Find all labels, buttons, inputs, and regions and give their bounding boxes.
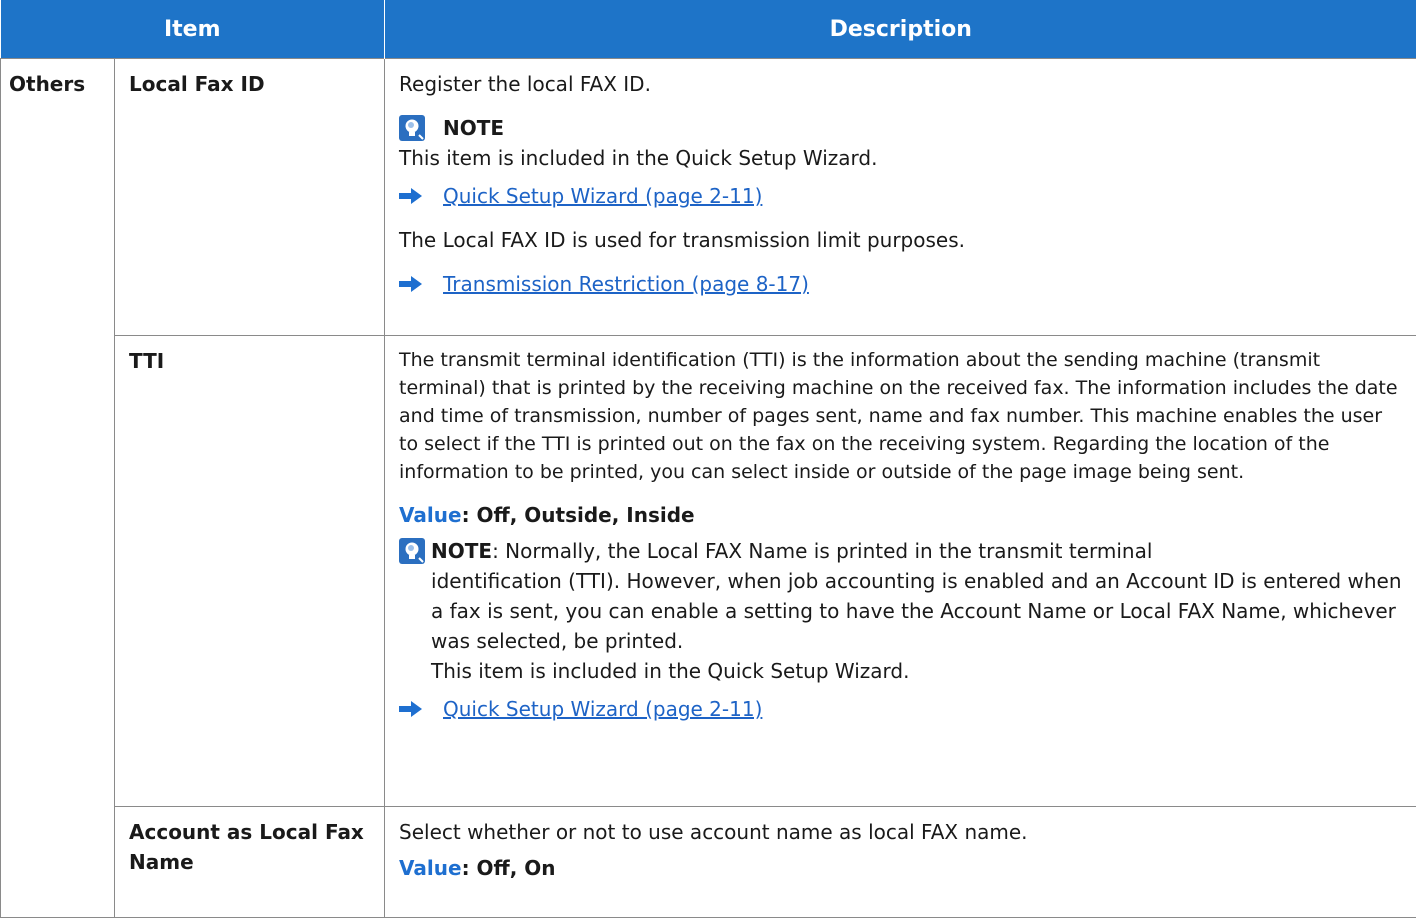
description-account: Select whether or not to use account nam… — [385, 807, 1416, 918]
table-row: Account as Local Fax Name Select whether… — [1, 807, 1416, 918]
header-item: Item — [1, 0, 385, 59]
description-local-fax-id: Register the local FAX ID. NOTE This ite… — [385, 59, 1416, 336]
item-local-fax-id: Local Fax ID — [115, 59, 385, 336]
description-tti: The transmit terminal identification (TT… — [385, 336, 1416, 807]
transmission-restriction-link[interactable]: Transmission Restriction (page 8-17) — [443, 269, 809, 299]
link-line: Quick Setup Wizard (page 2-11) — [399, 181, 1402, 211]
note-heading: NOTE — [399, 113, 1402, 143]
lightbulb-note-icon — [399, 115, 425, 141]
value-label: Value — [399, 856, 462, 880]
tti-note: NOTE: Normally, the Local FAX Name is pr… — [399, 536, 1402, 566]
arrow-right-icon — [399, 700, 423, 718]
settings-table: Item Description Others Local Fax ID Reg… — [0, 0, 1416, 918]
note-title: NOTE — [431, 539, 492, 563]
arrow-right-icon — [399, 187, 423, 205]
note-rest: identification (TTI). However, when job … — [399, 566, 1402, 656]
note-line-last: This item is included in the Quick Setup… — [399, 656, 1402, 686]
note-text: This item is included in the Quick Setup… — [399, 143, 1402, 173]
link-line: Quick Setup Wizard (page 2-11) — [399, 694, 1402, 724]
quick-setup-link[interactable]: Quick Setup Wizard (page 2-11) — [443, 694, 762, 724]
table-header-row: Item Description — [1, 0, 1416, 59]
table-row: TTI The transmit terminal identification… — [1, 336, 1416, 807]
value-options: : Off, On — [462, 856, 556, 880]
tti-value-line: Value: Off, Outside, Inside — [399, 500, 1402, 530]
note-title: NOTE — [443, 113, 504, 143]
quick-setup-link[interactable]: Quick Setup Wizard (page 2-11) — [443, 181, 762, 211]
lightbulb-note-icon — [399, 538, 425, 564]
item-account-as-local-fax-name: Account as Local Fax Name — [115, 807, 385, 918]
header-description: Description — [385, 0, 1416, 59]
intro-text: Register the local FAX ID. — [399, 69, 1402, 99]
value-options: : Off, Outside, Inside — [462, 503, 695, 527]
note-line1: : Normally, the Local FAX Name is printe… — [492, 539, 1152, 563]
account-value-line: Value: Off, On — [399, 853, 1402, 883]
table-row: Others Local Fax ID Register the local F… — [1, 59, 1416, 336]
value-label: Value — [399, 503, 462, 527]
account-desc: Select whether or not to use account nam… — [399, 817, 1402, 847]
link-line: Transmission Restriction (page 8-17) — [399, 269, 1402, 299]
category-cell: Others — [1, 59, 115, 918]
limit-text: The Local FAX ID is used for transmissio… — [399, 225, 1402, 255]
tti-body-text: The transmit terminal identification (TT… — [399, 346, 1402, 486]
item-tti: TTI — [115, 336, 385, 807]
note-first-line: NOTE: Normally, the Local FAX Name is pr… — [431, 536, 1402, 566]
arrow-right-icon — [399, 275, 423, 293]
note-lines: NOTE: Normally, the Local FAX Name is pr… — [431, 536, 1402, 566]
